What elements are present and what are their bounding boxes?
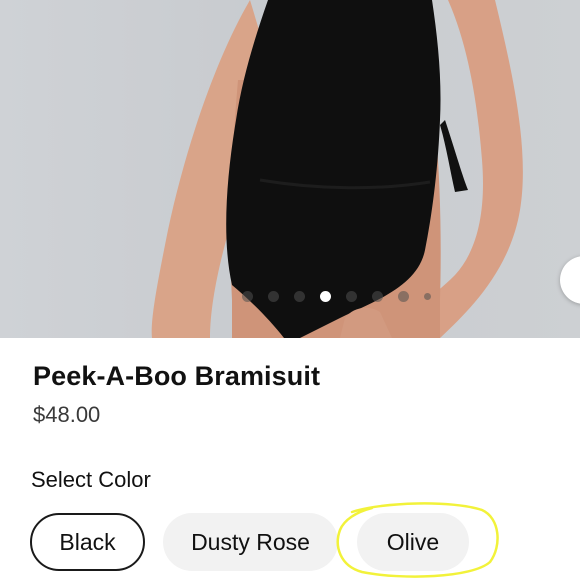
carousel-dot[interactable] — [268, 291, 279, 302]
carousel-dots — [242, 291, 431, 302]
color-option-dusty-rose[interactable]: Dusty Rose — [163, 513, 338, 571]
carousel-dot[interactable] — [424, 293, 431, 300]
carousel-dot[interactable] — [372, 291, 383, 302]
color-option-olive[interactable]: Olive — [357, 513, 469, 571]
carousel-dot-active[interactable] — [320, 291, 331, 302]
product-title: Peek-A-Boo Bramisuit — [33, 361, 321, 391]
carousel-dot[interactable] — [346, 291, 357, 302]
color-option-black[interactable]: Black — [30, 513, 145, 571]
carousel-dot[interactable] — [242, 291, 253, 302]
product-image[interactable] — [0, 0, 580, 338]
select-color-label: Select Color — [31, 467, 151, 492]
product-page: Peek-A-Boo Bramisuit $48.00 Select Color… — [0, 0, 580, 580]
carousel-dot[interactable] — [398, 291, 409, 302]
model-photo — [151, 0, 523, 338]
carousel-dot[interactable] — [294, 291, 305, 302]
product-price: $48.00 — [33, 402, 101, 427]
